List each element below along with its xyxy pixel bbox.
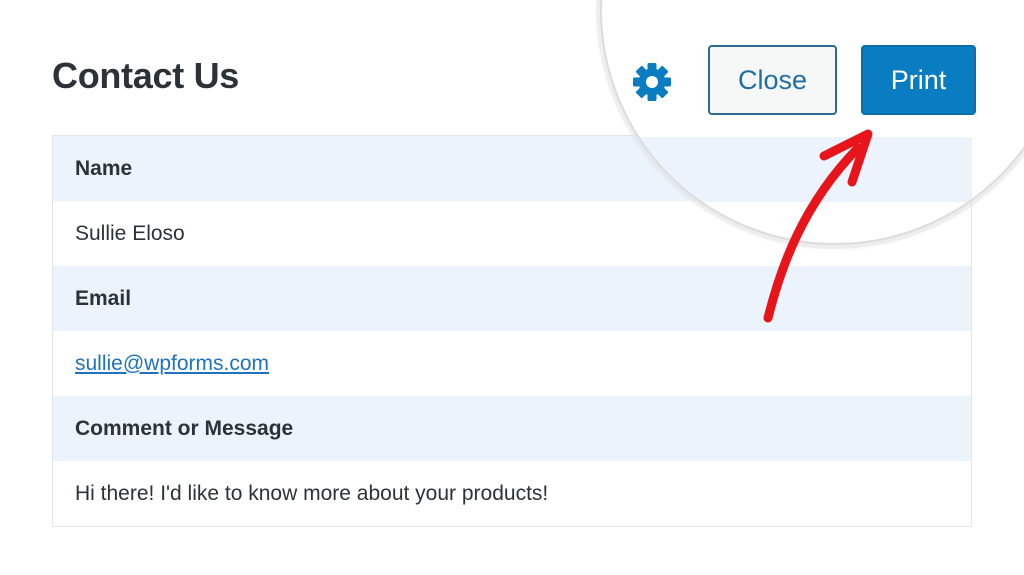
page-title: Contact Us bbox=[52, 55, 240, 96]
print-button[interactable]: Print bbox=[861, 45, 976, 115]
close-button[interactable]: Close bbox=[708, 45, 837, 115]
field-value-email: sullie@wpforms.com bbox=[53, 331, 971, 396]
field-label-email: Email bbox=[53, 266, 971, 331]
field-value-message: Hi there! I'd like to know more about yo… bbox=[53, 461, 971, 526]
print-preview-page: Contact Us Name Sullie Eloso Email sulli… bbox=[0, 0, 1024, 575]
email-link[interactable]: sullie@wpforms.com bbox=[75, 352, 269, 376]
gear-icon[interactable] bbox=[630, 60, 674, 104]
magnified-table-row bbox=[602, 137, 972, 202]
field-label-message: Comment or Message bbox=[53, 396, 971, 461]
